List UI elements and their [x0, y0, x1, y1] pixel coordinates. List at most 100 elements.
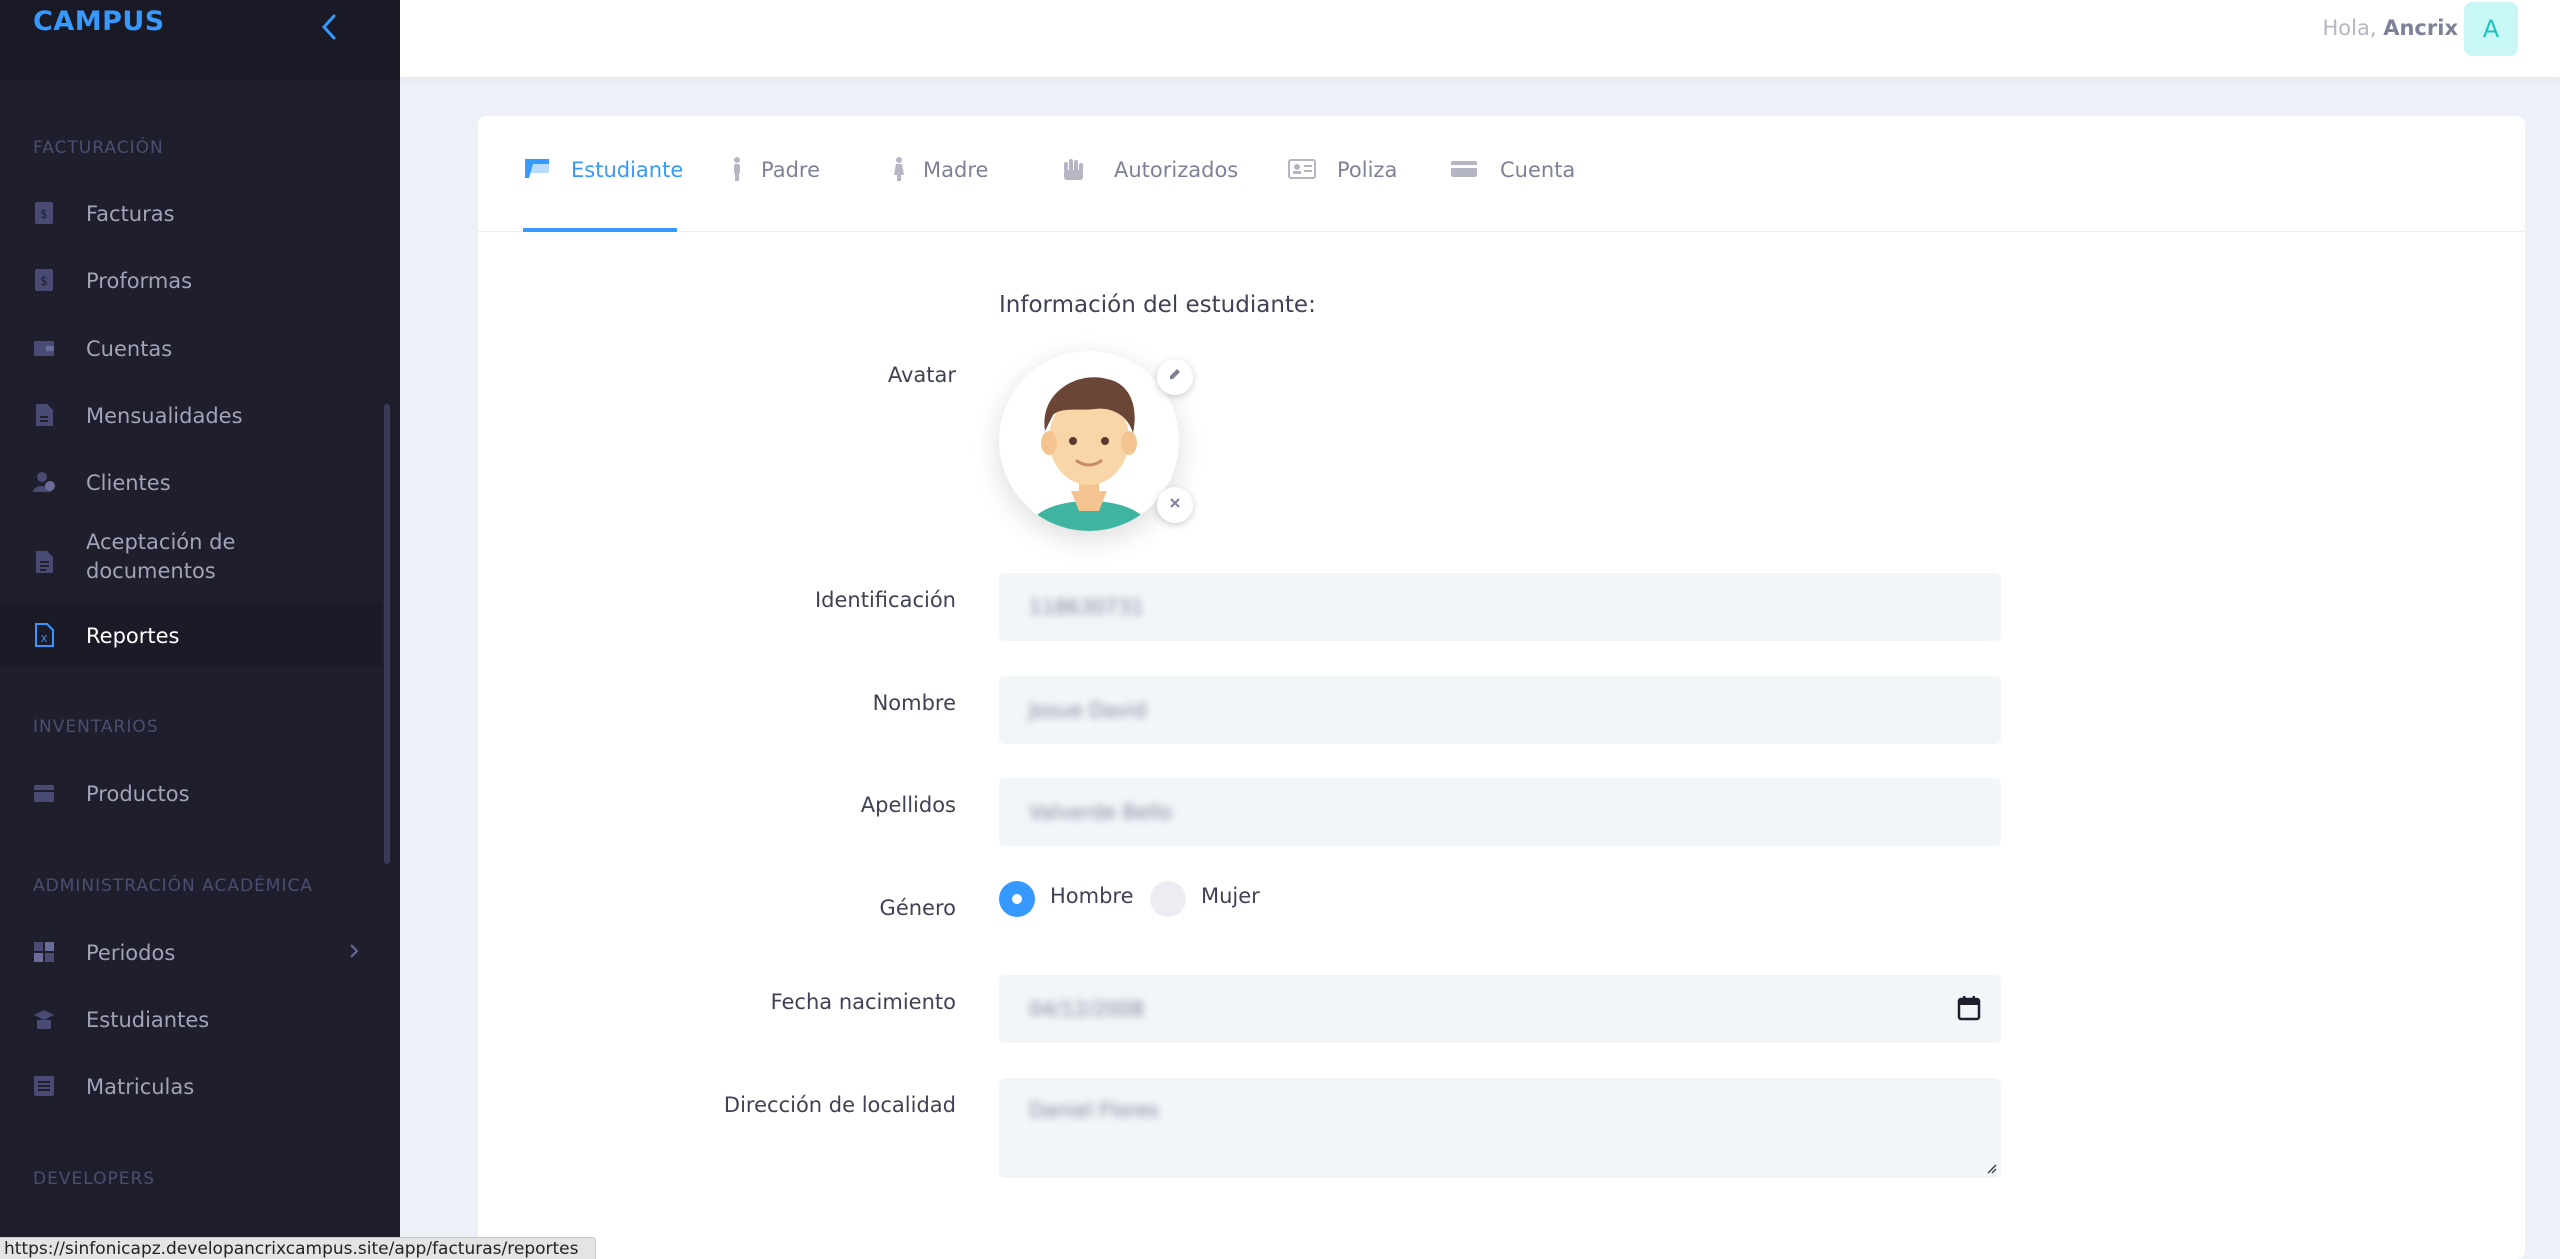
sidebar-item-label: Reportes [86, 624, 180, 648]
apellidos-field[interactable]: Valverde Bello [999, 778, 2001, 846]
identificacion-field[interactable]: 118630731 [999, 573, 2001, 641]
collapse-sidebar-icon[interactable] [318, 10, 340, 44]
tab-autorizados[interactable]: Autorizados [1061, 156, 1239, 232]
tab-cuenta[interactable]: Cuenta [1450, 156, 1580, 232]
svg-text:X: X [41, 634, 48, 645]
sidebar-item-aceptacion-documentos[interactable]: Aceptación de documentos [0, 520, 382, 600]
sidebar-item-label: Productos [86, 782, 190, 806]
tab-estudiante[interactable]: Estudiante [523, 156, 683, 232]
user-avatar[interactable]: A [2464, 2, 2518, 56]
sidebar-item-productos[interactable]: Productos [0, 760, 382, 824]
form-heading: Información del estudiante: [999, 292, 1316, 318]
calendar-icon[interactable] [1957, 995, 1981, 1021]
fecha-nacimiento-value: 04/12/2008 [1029, 997, 1145, 1021]
avatar-illustration [1029, 377, 1149, 531]
wallet-icon [34, 341, 54, 356]
sidebar-scrollbar[interactable] [384, 404, 390, 864]
svg-text:$: $ [40, 207, 48, 221]
sidebar-item-label: Cuentas [86, 337, 173, 361]
card-icon [1451, 161, 1477, 177]
tab-bar: Estudiante Padre Madre Autorizados Poliz… [478, 116, 2525, 232]
radio-button[interactable] [999, 881, 1035, 917]
sidebar-item-label: Periodos [86, 941, 176, 965]
section-title-developers: DEVELOPERS [33, 1169, 156, 1189]
sidebar-item-proformas[interactable]: $ Proformas [0, 247, 382, 311]
tab-poliza[interactable]: Poliza [1288, 156, 1398, 232]
apellidos-value: Valverde Bello [1029, 800, 1172, 824]
avatar-label: Avatar [887, 363, 956, 387]
tab-label: Madre [923, 158, 989, 182]
box-icon [34, 785, 54, 802]
file-check-icon [36, 551, 53, 573]
section-title-administracion-academica: ADMINISTRACIÓN ACADÉMICA [33, 876, 313, 896]
document-icon [36, 404, 53, 426]
svg-text:$: $ [40, 274, 48, 288]
student-form-card: Estudiante Padre Madre Autorizados Poliz… [478, 116, 2525, 1259]
sidebar-item-label: Clientes [86, 471, 171, 495]
man-icon [734, 157, 740, 181]
status-bar-url: https://sinfonicapz.developancrixcampus.… [0, 1237, 596, 1259]
nombre-label: Nombre [872, 691, 956, 715]
sidebar-item-mensualidades[interactable]: Mensualidades [0, 382, 382, 446]
sidebar-item-facturas[interactable]: $ Facturas [0, 180, 382, 244]
genero-label: Género [879, 896, 956, 920]
identificacion-value: 118630731 [1029, 595, 1144, 619]
nombre-value: Josue David [1029, 698, 1147, 722]
invoice-icon: $ [35, 269, 53, 291]
direccion-textarea[interactable]: Daniel Flores [999, 1078, 2001, 1178]
tab-padre[interactable]: Padre [729, 156, 849, 232]
sidebar-item-label: Aceptación de documentos [86, 530, 236, 583]
invoice-icon: $ [35, 202, 53, 224]
hand-icon [1064, 159, 1083, 180]
grid-icon [34, 942, 54, 962]
tab-label: Padre [761, 158, 821, 182]
pencil-icon [1170, 369, 1180, 379]
tab-label: Estudiante [571, 158, 684, 182]
sidebar-item-label: Estudiantes [86, 1008, 210, 1032]
identificacion-label: Identificación [814, 588, 956, 612]
user-name: Ancrix [2383, 16, 2458, 40]
avatar-upload [999, 351, 1193, 531]
sidebar-item-label: Facturas [86, 202, 175, 226]
apellidos-label: Apellidos [860, 793, 956, 817]
sidebar-item-label: Proformas [86, 269, 193, 293]
radio-label: Hombre [1050, 884, 1134, 908]
list-icon [34, 1076, 54, 1096]
student-icon [525, 159, 549, 178]
chevron-right-icon [350, 944, 359, 958]
student-avatar [999, 351, 1179, 531]
resize-handle-icon[interactable] [1985, 1162, 1997, 1174]
brand-bar: CAMPUS [0, 0, 400, 80]
graduation-icon [34, 1010, 54, 1029]
users-icon [33, 472, 55, 492]
greeting-text: Hola, [2322, 16, 2377, 40]
fecha-nacimiento-field[interactable]: 04/12/2008 [999, 975, 2001, 1043]
user-greeting[interactable]: Hola, Ancrix [2323, 16, 2458, 40]
sidebar-item-reportes[interactable]: X Reportes [0, 602, 382, 666]
tab-label: Autorizados [1114, 158, 1239, 182]
nombre-field[interactable]: Josue David [999, 676, 2001, 744]
direccion-value: Daniel Flores [1029, 1098, 1159, 1122]
section-title-inventarios: INVENTARIOS [33, 717, 159, 737]
brand-logo[interactable]: CAMPUS [33, 6, 165, 37]
excel-file-icon: X [35, 623, 54, 647]
edit-avatar-button[interactable] [1157, 359, 1193, 395]
sidebar-item-matriculas[interactable]: Matriculas [0, 1053, 382, 1117]
direccion-label: Dirección de localidad [723, 1093, 956, 1117]
sidebar-item-cuentas[interactable]: Cuentas [0, 315, 382, 379]
sidebar-item-periodos[interactable]: Periodos [0, 919, 382, 983]
fecha-nacimiento-label: Fecha nacimiento [770, 990, 956, 1014]
radio-button[interactable] [1150, 881, 1186, 917]
sidebar: CAMPUS FACTURACIÓN $ Facturas $ Proforma… [0, 0, 400, 1259]
tab-label: Cuenta [1500, 158, 1576, 182]
section-title-facturacion: FACTURACIÓN [33, 138, 164, 158]
id-card-icon [1288, 159, 1316, 179]
sidebar-item-label: Mensualidades [86, 404, 243, 428]
sidebar-item-label: Matriculas [86, 1075, 195, 1099]
radio-label: Mujer [1201, 884, 1260, 908]
sidebar-item-clientes[interactable]: Clientes [0, 449, 382, 513]
remove-avatar-button[interactable] [1157, 487, 1193, 523]
tab-madre[interactable]: Madre [891, 156, 1016, 232]
topbar: Hola, Ancrix A [400, 0, 2560, 77]
sidebar-item-estudiantes[interactable]: Estudiantes [0, 986, 382, 1050]
